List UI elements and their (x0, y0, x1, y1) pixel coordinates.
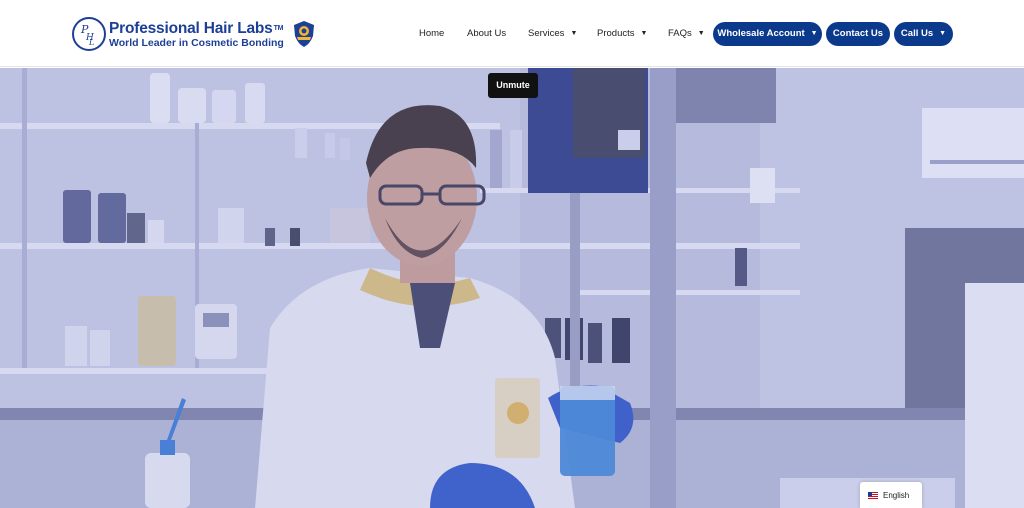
caret-down-icon: ▼ (640, 30, 648, 37)
site-header: P H L Professional Hair LabsTM World Lea… (0, 0, 1024, 67)
nav-home[interactable]: Home (419, 22, 444, 46)
language-label: English (883, 490, 910, 500)
caret-down-icon: ▼ (810, 30, 818, 37)
nav-services[interactable]: Services ▼ (528, 22, 577, 46)
nav-products[interactable]: Products ▼ (597, 22, 647, 46)
hero-video[interactable] (0, 68, 1024, 508)
language-switcher[interactable]: English (860, 482, 922, 508)
lab-scene-image (0, 68, 1024, 508)
caret-down-icon: ▼ (939, 30, 947, 37)
caret-down-icon: ▼ (697, 30, 705, 37)
caret-down-icon: ▼ (570, 30, 578, 37)
nav-faqs[interactable]: FAQs ▼ (668, 22, 705, 46)
call-us-button[interactable]: Call Us ▼ (894, 22, 953, 46)
contact-us-button[interactable]: Contact Us (826, 22, 890, 46)
wholesale-account-button[interactable]: Wholesale Account ▼ (713, 22, 822, 46)
main-nav: Home About Us Services ▼ Products ▼ FAQs ▼ … (0, 22, 1024, 46)
nav-about[interactable]: About Us (467, 22, 506, 46)
us-flag-icon (868, 491, 878, 499)
unmute-button[interactable]: Unmute (488, 73, 538, 98)
